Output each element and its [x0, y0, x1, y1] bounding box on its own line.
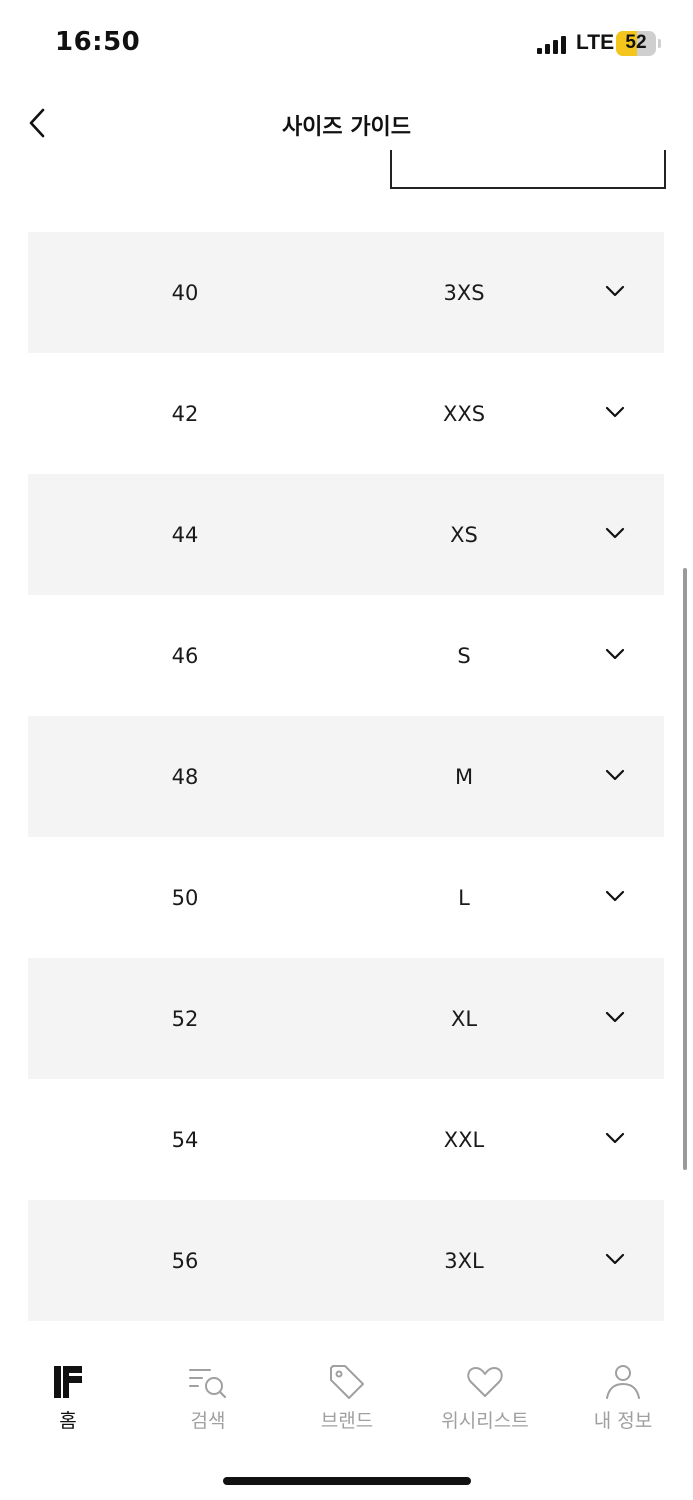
- size-row[interactable]: 50 L: [28, 837, 664, 958]
- size-system-select[interactable]: [390, 150, 666, 189]
- size-row[interactable]: 54 XXL: [28, 1079, 664, 1200]
- nav-label-wishlist: 위시리스트: [441, 1410, 529, 1432]
- size-intl-value: 3XL: [444, 1248, 484, 1273]
- nav-label-search: 검색: [190, 1410, 226, 1432]
- search-icon: [189, 1369, 227, 1399]
- nav-item-profile[interactable]: 내 정보: [563, 1350, 683, 1440]
- size-row[interactable]: 52 XL: [28, 958, 664, 1079]
- size-row[interactable]: 42 XXS: [28, 353, 664, 474]
- chevron-down-icon[interactable]: [603, 644, 627, 664]
- network-type: LTE: [576, 31, 615, 54]
- page-title: 사이즈 가이드: [281, 115, 412, 140]
- size-table: 40 3XS 42 XXS 44 XS 46 S 48 M 50 L 52 XL 54 XXL 56 3XL: [28, 232, 664, 1321]
- size-intl-value: XXS: [442, 401, 486, 426]
- ff-logo-icon: [54, 1366, 82, 1398]
- size-intl-value: XXL: [443, 1127, 485, 1152]
- nav-item-wishlist[interactable]: 위시리스트: [425, 1350, 545, 1440]
- nav-item-brand[interactable]: 브랜드: [287, 1350, 407, 1440]
- battery-icon: 52: [616, 31, 656, 56]
- user-icon: [606, 1365, 640, 1399]
- nav-label-brand: 브랜드: [320, 1410, 374, 1432]
- size-eu-value: 40: [171, 280, 199, 305]
- battery-cap: [658, 39, 661, 48]
- size-eu-value: 50: [171, 885, 199, 910]
- status-bar: 16:50 LTE 52: [0, 0, 693, 90]
- size-row[interactable]: 44 XS: [28, 474, 664, 595]
- size-eu-value: 48: [171, 764, 199, 789]
- chevron-down-icon[interactable]: [603, 281, 627, 301]
- size-intl-value: L: [458, 885, 470, 910]
- chevron-down-icon[interactable]: [603, 402, 627, 422]
- nav-item-search[interactable]: 검색: [148, 1350, 268, 1440]
- tag-icon: [330, 1365, 364, 1399]
- nav-label-profile: 내 정보: [593, 1410, 653, 1432]
- size-eu-value: 46: [171, 643, 199, 668]
- size-intl-value: XL: [450, 1006, 478, 1031]
- battery-percent: 52: [625, 32, 647, 53]
- chevron-down-icon[interactable]: [603, 765, 627, 785]
- size-intl-value: S: [457, 643, 471, 668]
- home-indicator: [223, 1477, 471, 1485]
- size-intl-value: 3XS: [443, 280, 485, 305]
- size-row[interactable]: 40 3XS: [28, 232, 664, 353]
- nav-label-home: 홈: [59, 1410, 77, 1432]
- size-row[interactable]: 56 3XL: [28, 1200, 664, 1321]
- size-eu-value: 54: [171, 1127, 199, 1152]
- chevron-down-icon[interactable]: [603, 1007, 627, 1027]
- chevron-down-icon[interactable]: [603, 886, 627, 906]
- chevron-down-icon[interactable]: [603, 523, 627, 543]
- chevron-down-icon[interactable]: [603, 1128, 627, 1148]
- size-eu-value: 56: [171, 1248, 199, 1273]
- header: 사이즈 가이드: [0, 95, 693, 153]
- size-eu-value: 44: [171, 522, 199, 547]
- heart-icon: [467, 1367, 503, 1397]
- size-row[interactable]: 46 S: [28, 595, 664, 716]
- signal-icon: [537, 36, 569, 54]
- scrollbar[interactable]: [683, 568, 687, 1170]
- nav-item-home[interactable]: 홈: [8, 1350, 128, 1440]
- size-row[interactable]: 48 M: [28, 716, 664, 837]
- size-eu-value: 42: [171, 401, 199, 426]
- size-eu-value: 52: [171, 1006, 199, 1031]
- size-intl-value: M: [454, 764, 474, 789]
- status-time: 16:50: [55, 27, 141, 57]
- bottom-nav: 홈 검색 브랜드 위시리스트 내 정보: [0, 1350, 693, 1450]
- chevron-down-icon[interactable]: [603, 1249, 627, 1269]
- size-intl-value: XS: [450, 522, 478, 547]
